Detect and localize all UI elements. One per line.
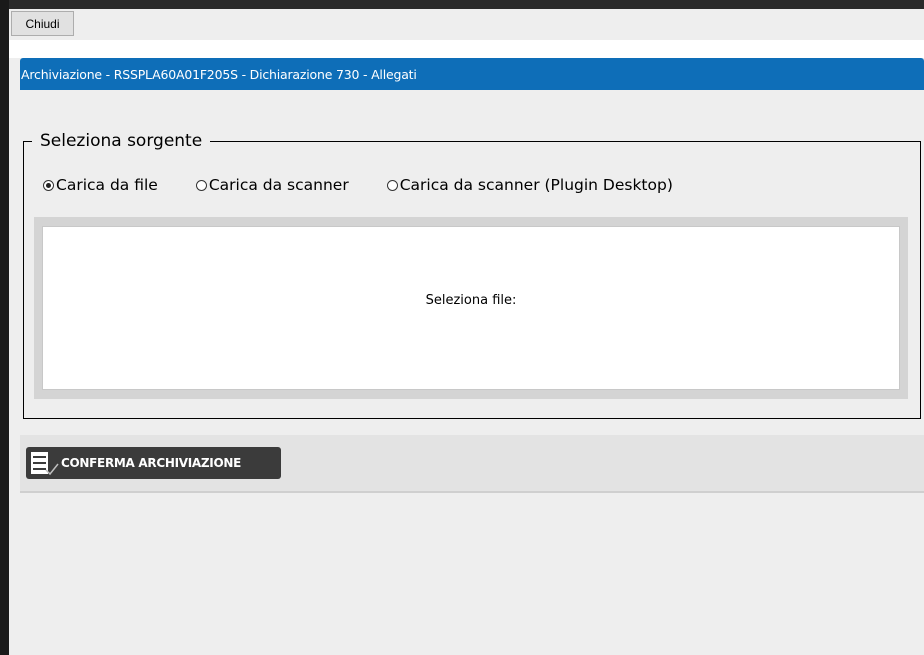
dialog-title: Archiviazione - RSSPLA60A01F205S - Dichi… xyxy=(21,66,417,82)
confirm-archive-button[interactable]: CONFERMA ARCHIVIAZIONE xyxy=(26,447,281,479)
radio-label-scanner-plugin: Carica da scanner (Plugin Desktop) xyxy=(399,176,673,194)
archive-dialog: Chiudi Archiviazione - RSSPLA60A01F205S … xyxy=(9,9,924,655)
file-upload-panel: Seleziona file: xyxy=(34,217,908,399)
toolbar-background xyxy=(9,40,924,58)
radio-label-file: Carica da file xyxy=(56,176,158,194)
source-legend: Seleziona sorgente xyxy=(32,122,211,160)
action-bar: CONFERMA ARCHIVIAZIONE xyxy=(20,435,924,493)
background-edge xyxy=(0,0,9,655)
radio-option-scanner[interactable]: Carica da scanner xyxy=(195,176,349,194)
confirm-archive-label: CONFERMA ARCHIVIAZIONE xyxy=(61,456,241,470)
source-options: Carica da file Carica da scanner Carica … xyxy=(43,176,711,194)
screen: Chiudi Archiviazione - RSSPLA60A01F205S … xyxy=(0,0,924,655)
dialog-content: Seleziona sorgente Carica da file Carica… xyxy=(20,90,924,655)
radio-option-scanner-plugin[interactable]: Carica da scanner (Plugin Desktop) xyxy=(386,176,673,194)
dialog-title-bar: Archiviazione - RSSPLA60A01F205S - Dichi… xyxy=(20,58,924,90)
radio-label-scanner: Carica da scanner xyxy=(208,176,349,194)
background-top-strip xyxy=(9,0,924,9)
radio-option-file[interactable]: Carica da file xyxy=(43,176,158,194)
select-file-label: Seleziona file: xyxy=(425,293,517,308)
radio-button-scanner-plugin[interactable] xyxy=(386,179,398,191)
radio-button-scanner[interactable] xyxy=(195,179,207,191)
radio-button-file[interactable] xyxy=(43,179,54,191)
file-drop-area[interactable]: Seleziona file: xyxy=(42,226,900,390)
archive-check-icon xyxy=(29,450,59,476)
close-button[interactable]: Chiudi xyxy=(11,11,74,36)
